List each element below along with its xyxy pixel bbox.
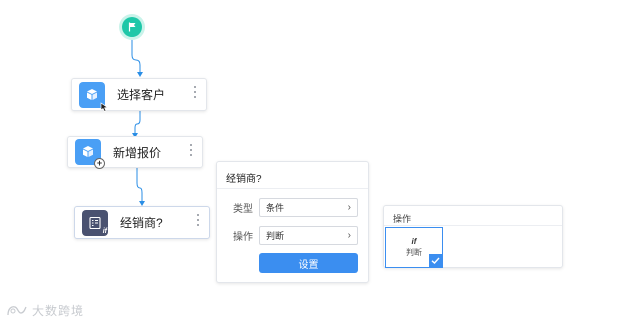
- watermark-text: 大数跨境: [32, 304, 85, 318]
- more-options-icon[interactable]: [193, 213, 203, 227]
- if-badge-icon: if: [102, 227, 107, 235]
- check-icon: [429, 254, 442, 267]
- operation-tile-label: 判断: [406, 248, 422, 257]
- operation-select-value: 判断: [266, 231, 285, 241]
- more-options-icon[interactable]: [186, 143, 196, 157]
- start-node[interactable]: [122, 17, 142, 37]
- operation-label: 操作: [233, 232, 253, 243]
- chevron-right-icon: ›: [347, 230, 351, 241]
- flow-node-add-quote[interactable]: + 新增报价: [67, 136, 203, 169]
- connector-node1-to-node2: [134, 110, 141, 135]
- chevron-right-icon: ›: [347, 202, 351, 213]
- operation-tile-judge[interactable]: if 判断: [385, 227, 443, 268]
- if-icon: if: [411, 237, 417, 246]
- operation-picker-panel: 操作 if 判断: [383, 205, 563, 268]
- flow-node-dealer-condition[interactable]: if 经销商?: [74, 206, 210, 239]
- type-row: 类型 条件 ›: [217, 198, 358, 217]
- arrow-node1: [137, 72, 143, 77]
- operation-picker-header: 操作: [384, 206, 562, 226]
- flow-node-label: 新增报价: [113, 145, 162, 160]
- panel-title: 经销商?: [217, 162, 368, 189]
- more-options-icon[interactable]: [190, 85, 200, 99]
- type-select-value: 条件: [266, 203, 285, 213]
- operation-row: 操作 判断 ›: [217, 226, 358, 245]
- watermark-logo-icon: [7, 305, 27, 315]
- cube-plus-icon: +: [75, 139, 105, 169]
- flag-icon: [128, 22, 135, 32]
- flow-node-select-customer[interactable]: 选择客户: [71, 78, 207, 112]
- cube-cursor-icon: [79, 81, 109, 112]
- operation-select[interactable]: 判断 ›: [259, 226, 358, 245]
- type-label: 类型: [233, 204, 253, 215]
- plus-badge-icon: +: [94, 158, 105, 169]
- connector-start-to-node1: [131, 37, 141, 74]
- condition-settings-panel: 经销商? 类型 条件 › 操作 判断 › 设置: [216, 161, 369, 283]
- connector-node2-to-node3: [136, 168, 143, 203]
- condition-if-icon: if: [82, 209, 108, 236]
- type-select[interactable]: 条件 ›: [259, 198, 358, 217]
- settings-button[interactable]: 设置: [259, 253, 358, 273]
- flow-node-label: 选择客户: [117, 88, 166, 102]
- flow-node-label: 经销商?: [120, 216, 163, 230]
- watermark: 大数跨境: [6, 302, 84, 319]
